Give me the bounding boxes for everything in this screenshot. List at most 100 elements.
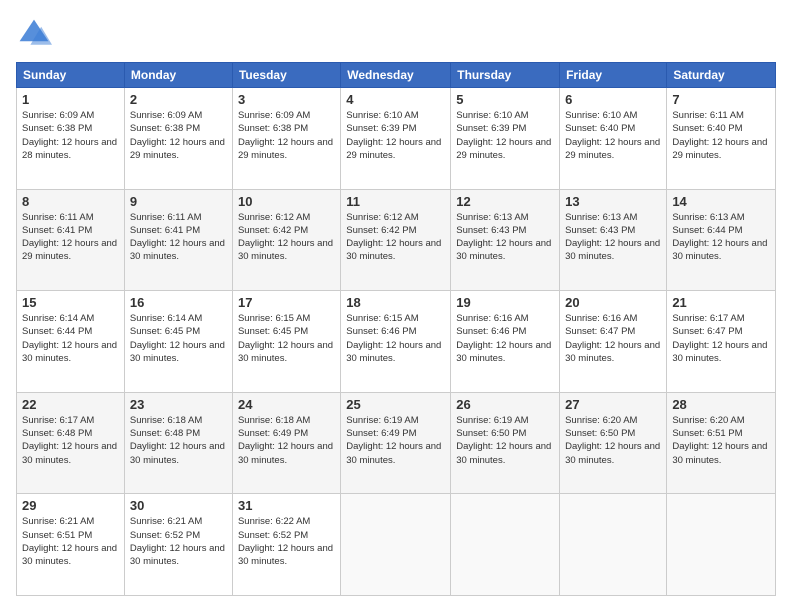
day-number: 5 [456, 92, 554, 107]
day-cell-15: 15 Sunrise: 6:14 AMSunset: 6:44 PMDayligh… [17, 291, 125, 393]
day-cell-14: 14Sunrise: 6:13 AMSunset: 6:44 PMDayligh… [667, 189, 776, 291]
day-info: Sunrise: 6:20 AMSunset: 6:50 PMDaylight:… [565, 414, 661, 467]
day-number: 12 [456, 194, 554, 209]
day-cell-24: 24 Sunrise: 6:18 AMSunset: 6:49 PMDayligh… [232, 392, 340, 494]
day-number: 15 [22, 295, 119, 310]
page-header [16, 16, 776, 52]
day-info: Sunrise: 6:19 AMSunset: 6:50 PMDaylight:… [456, 414, 554, 467]
day-number: 17 [238, 295, 335, 310]
col-header-sunday: Sunday [17, 63, 125, 88]
col-header-thursday: Thursday [451, 63, 560, 88]
day-info: Sunrise: 6:20 AMSunset: 6:51 PMDaylight:… [672, 414, 770, 467]
day-number: 16 [130, 295, 227, 310]
day-cell-4: 4Sunrise: 6:10 AMSunset: 6:39 PMDaylight… [341, 88, 451, 190]
day-cell-13: 13Sunrise: 6:13 AMSunset: 6:43 PMDayligh… [560, 189, 667, 291]
day-info: Sunrise: 6:21 AMSunset: 6:52 PMDaylight:… [130, 515, 227, 568]
day-cell-7: 7 Sunrise: 6:11 AMSunset: 6:40 PMDaylight… [667, 88, 776, 190]
day-info: Sunrise: 6:10 AMSunset: 6:40 PMDaylight:… [565, 109, 661, 162]
day-info: Sunrise: 6:15 AMSunset: 6:45 PMDaylight:… [238, 312, 335, 365]
day-number: 10 [238, 194, 335, 209]
day-number: 28 [672, 397, 770, 412]
day-info: Sunrise: 6:14 AMSunset: 6:45 PMDaylight:… [130, 312, 227, 365]
day-info: Sunrise: 6:19 AMSunset: 6:49 PMDaylight:… [346, 414, 445, 467]
day-cell-19: 19 Sunrise: 6:16 AMSunset: 6:46 PMDayligh… [451, 291, 560, 393]
day-info: Sunrise: 6:18 AMSunset: 6:48 PMDaylight:… [130, 414, 227, 467]
day-cell-8: 8 Sunrise: 6:11 AMSunset: 6:41 PMDaylight… [17, 189, 125, 291]
col-header-monday: Monday [124, 63, 232, 88]
day-number: 8 [22, 194, 119, 209]
day-cell-9: 9 Sunrise: 6:11 AMSunset: 6:41 PMDaylight… [124, 189, 232, 291]
day-info: Sunrise: 6:11 AMSunset: 6:41 PMDaylight:… [130, 211, 227, 264]
day-info: Sunrise: 6:12 AMSunset: 6:42 PMDaylight:… [346, 211, 445, 264]
day-info: Sunrise: 6:13 AMSunset: 6:43 PMDaylight:… [565, 211, 661, 264]
day-number: 11 [346, 194, 445, 209]
day-cell-6: 6 Sunrise: 6:10 AMSunset: 6:40 PMDaylight… [560, 88, 667, 190]
empty-cell [341, 494, 451, 596]
day-cell-21: 21 Sunrise: 6:17 AMSunset: 6:47 PMDayligh… [667, 291, 776, 393]
day-cell-30: 30 Sunrise: 6:21 AMSunset: 6:52 PMDayligh… [124, 494, 232, 596]
day-info: Sunrise: 6:14 AMSunset: 6:44 PMDaylight:… [22, 312, 119, 365]
col-header-tuesday: Tuesday [232, 63, 340, 88]
day-cell-22: 22 Sunrise: 6:17 AMSunset: 6:48 PMDayligh… [17, 392, 125, 494]
day-cell-29: 29 Sunrise: 6:21 AMSunset: 6:51 PMDayligh… [17, 494, 125, 596]
day-number: 22 [22, 397, 119, 412]
day-info: Sunrise: 6:17 AMSunset: 6:47 PMDaylight:… [672, 312, 770, 365]
day-cell-12: 12 Sunrise: 6:13 AMSunset: 6:43 PMDayligh… [451, 189, 560, 291]
day-info: Sunrise: 6:11 AMSunset: 6:40 PMDaylight:… [672, 109, 770, 162]
col-header-friday: Friday [560, 63, 667, 88]
col-header-wednesday: Wednesday [341, 63, 451, 88]
day-cell-10: 10 Sunrise: 6:12 AMSunset: 6:42 PMDayligh… [232, 189, 340, 291]
day-number: 18 [346, 295, 445, 310]
logo [16, 16, 58, 52]
day-number: 2 [130, 92, 227, 107]
empty-cell [451, 494, 560, 596]
day-number: 25 [346, 397, 445, 412]
day-info: Sunrise: 6:13 AMSunset: 6:44 PMDaylight:… [672, 211, 770, 264]
day-info: Sunrise: 6:17 AMSunset: 6:48 PMDaylight:… [22, 414, 119, 467]
day-number: 19 [456, 295, 554, 310]
day-info: Sunrise: 6:13 AMSunset: 6:43 PMDaylight:… [456, 211, 554, 264]
day-info: Sunrise: 6:16 AMSunset: 6:47 PMDaylight:… [565, 312, 661, 365]
empty-cell [560, 494, 667, 596]
day-number: 21 [672, 295, 770, 310]
day-number: 24 [238, 397, 335, 412]
day-cell-31: 31Sunrise: 6:22 AMSunset: 6:52 PMDayligh… [232, 494, 340, 596]
day-number: 29 [22, 498, 119, 513]
day-info: Sunrise: 6:15 AMSunset: 6:46 PMDaylight:… [346, 312, 445, 365]
day-info: Sunrise: 6:12 AMSunset: 6:42 PMDaylight:… [238, 211, 335, 264]
day-number: 9 [130, 194, 227, 209]
day-cell-17: 17 Sunrise: 6:15 AMSunset: 6:45 PMDayligh… [232, 291, 340, 393]
day-number: 20 [565, 295, 661, 310]
day-info: Sunrise: 6:11 AMSunset: 6:41 PMDaylight:… [22, 211, 119, 264]
day-info: Sunrise: 6:16 AMSunset: 6:46 PMDaylight:… [456, 312, 554, 365]
day-cell-27: 27 Sunrise: 6:20 AMSunset: 6:50 PMDayligh… [560, 392, 667, 494]
day-info: Sunrise: 6:09 AMSunset: 6:38 PMDaylight:… [130, 109, 227, 162]
day-number: 31 [238, 498, 335, 513]
day-info: Sunrise: 6:21 AMSunset: 6:51 PMDaylight:… [22, 515, 119, 568]
day-number: 26 [456, 397, 554, 412]
day-info: Sunrise: 6:10 AMSunset: 6:39 PMDaylight:… [456, 109, 554, 162]
day-cell-11: 11 Sunrise: 6:12 AMSunset: 6:42 PMDayligh… [341, 189, 451, 291]
empty-cell [667, 494, 776, 596]
col-header-saturday: Saturday [667, 63, 776, 88]
day-cell-18: 18 Sunrise: 6:15 AMSunset: 6:46 PMDayligh… [341, 291, 451, 393]
day-cell-26: 26 Sunrise: 6:19 AMSunset: 6:50 PMDayligh… [451, 392, 560, 494]
day-number: 1 [22, 92, 119, 107]
day-info: Sunrise: 6:18 AMSunset: 6:49 PMDaylight:… [238, 414, 335, 467]
day-cell-28: 28 Sunrise: 6:20 AMSunset: 6:51 PMDayligh… [667, 392, 776, 494]
day-number: 7 [672, 92, 770, 107]
calendar-table: SundayMondayTuesdayWednesdayThursdayFrid… [16, 62, 776, 596]
day-number: 23 [130, 397, 227, 412]
day-number: 3 [238, 92, 335, 107]
day-number: 6 [565, 92, 661, 107]
day-info: Sunrise: 6:09 AMSunset: 6:38 PMDaylight:… [22, 109, 119, 162]
day-info: Sunrise: 6:09 AMSunset: 6:38 PMDaylight:… [238, 109, 335, 162]
day-cell-1: 1 Sunrise: 6:09 AMSunset: 6:38 PMDaylight… [17, 88, 125, 190]
day-number: 30 [130, 498, 227, 513]
day-cell-2: 2 Sunrise: 6:09 AMSunset: 6:38 PMDaylight… [124, 88, 232, 190]
day-cell-3: 3 Sunrise: 6:09 AMSunset: 6:38 PMDaylight… [232, 88, 340, 190]
day-cell-20: 20 Sunrise: 6:16 AMSunset: 6:47 PMDayligh… [560, 291, 667, 393]
day-number: 27 [565, 397, 661, 412]
day-cell-5: 5 Sunrise: 6:10 AMSunset: 6:39 PMDaylight… [451, 88, 560, 190]
day-info: Sunrise: 6:10 AMSunset: 6:39 PMDaylight:… [346, 109, 445, 162]
